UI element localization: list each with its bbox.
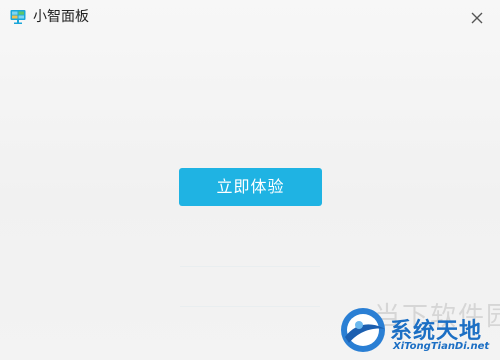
watermark-url: XiTongTianDi.net — [393, 341, 490, 352]
divider — [180, 266, 320, 267]
app-window: 小智面板 立即体验 当下软件园 系统天地 XiTongTianDi.net — [0, 0, 500, 360]
try-now-button[interactable]: 立即体验 — [179, 168, 322, 206]
close-icon — [471, 12, 483, 24]
close-button[interactable] — [466, 7, 488, 29]
divider — [180, 306, 320, 307]
monitor-icon — [10, 10, 26, 24]
window-title: 小智面板 — [33, 9, 89, 25]
title-bar[interactable]: 小智面板 — [0, 0, 500, 36]
watermark-logo-icon — [341, 308, 385, 352]
